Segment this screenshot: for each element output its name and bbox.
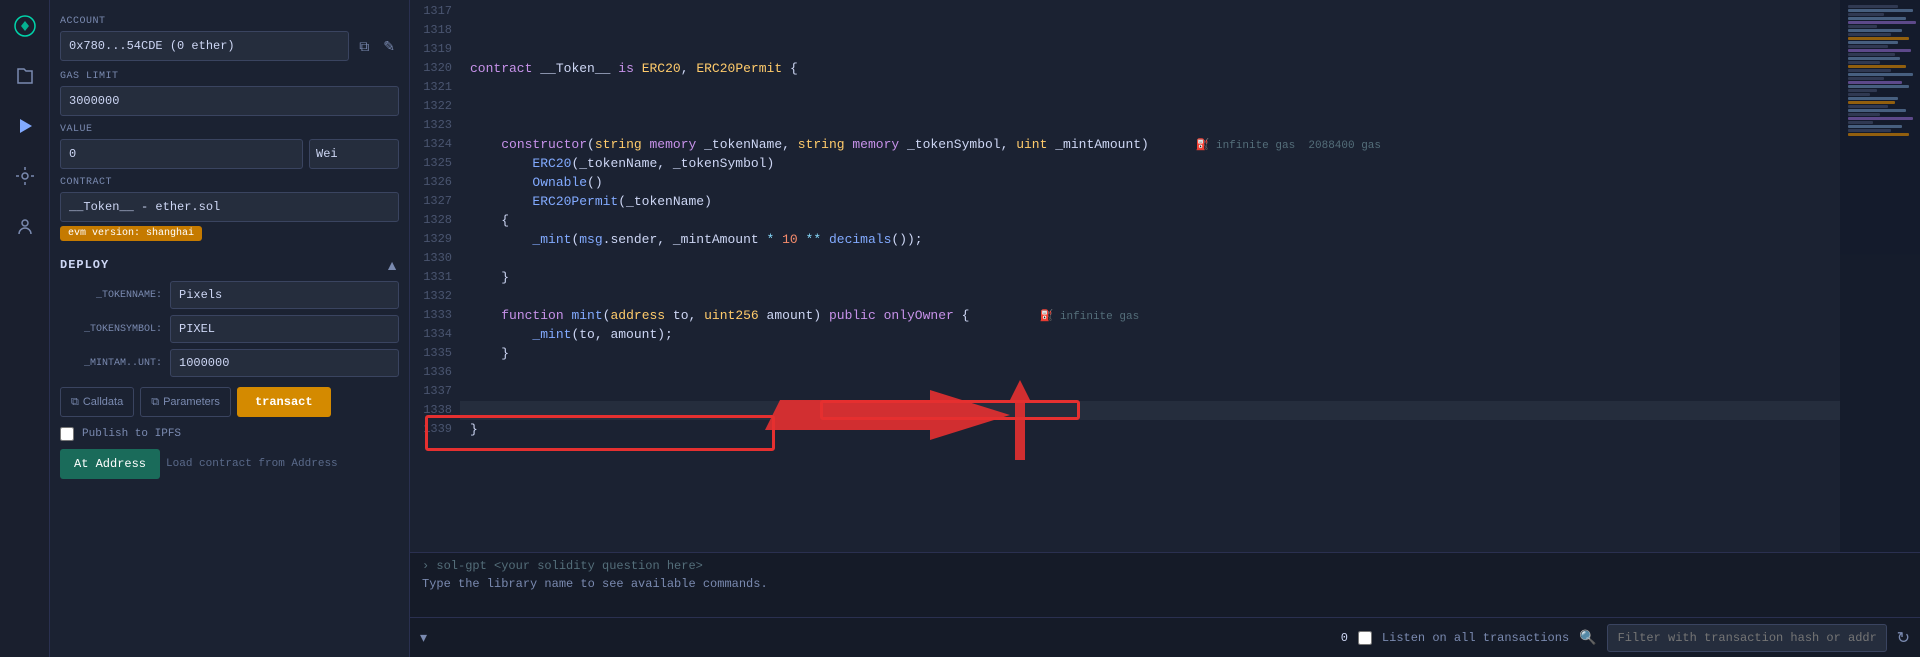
search-filter-button[interactable]: 🔍: [1579, 629, 1596, 646]
sidebar: [0, 0, 50, 657]
account-row: 0x780...54CDE (0 ether) ⧉ ✎: [60, 31, 399, 61]
code-line-1335: }: [460, 344, 1840, 363]
refresh-button[interactable]: ↻: [1897, 628, 1910, 648]
params-copy-icon: ⧉: [151, 396, 159, 409]
publish-row: Publish to IPFS: [60, 427, 399, 441]
code-line-1327: ERC20Permit(_tokenName): [460, 192, 1840, 211]
deploy-section-header: DEPLOY ▲: [60, 257, 399, 273]
code-area: 1317 1318 1319 1320 1321 1322 1323 1324 …: [410, 0, 1920, 552]
code-line-1336: [460, 363, 1840, 382]
mintamount-input[interactable]: [170, 349, 399, 377]
remix-logo-icon[interactable]: [9, 10, 41, 42]
publish-label: Publish to IPFS: [82, 428, 181, 440]
mintamount-label: _MINTAM..UNT:: [60, 358, 170, 369]
param-tokensymbol-row: _TOKENSYMBOL:: [60, 315, 399, 343]
code-line-1320: contract __Token__ is ERC20, ERC20Permit…: [460, 59, 1840, 78]
account-select[interactable]: 0x780...54CDE (0 ether): [60, 31, 349, 61]
deploy-title: DEPLOY: [60, 258, 109, 272]
code-line-1337: [460, 382, 1840, 401]
line-numbers: 1317 1318 1319 1320 1321 1322 1323 1324 …: [410, 0, 460, 552]
terminal-line1: › sol-gpt <your solidity question here>: [422, 557, 1908, 575]
load-contract-label: Load contract from Address: [166, 449, 338, 479]
tokensymbol-label: _TOKENSYMBOL:: [60, 324, 170, 335]
value-input[interactable]: [60, 139, 303, 169]
publish-ipfs-checkbox[interactable]: [60, 427, 74, 441]
code-line-1339: }: [460, 420, 1840, 439]
plugin-manager-icon[interactable]: [9, 160, 41, 192]
gas-limit-label: GAS LIMIT: [60, 71, 399, 82]
code-line-1317: [460, 2, 1840, 21]
code-line-1319: [460, 40, 1840, 59]
at-address-row: At Address Load contract from Address: [60, 449, 399, 479]
code-line-1334: _mint(to, amount);: [460, 325, 1840, 344]
code-line-1333: function mint(address to, uint256 amount…: [460, 306, 1840, 325]
code-line-1318: [460, 21, 1840, 40]
terminal-line2: Type the library name to see available c…: [422, 575, 1908, 593]
deploy-run-icon[interactable]: [9, 110, 41, 142]
deploy-panel: ACCOUNT 0x780...54CDE (0 ether) ⧉ ✎ GAS …: [50, 0, 410, 657]
tokenname-label: _TOKENNAME:: [60, 290, 170, 301]
at-address-button[interactable]: At Address: [60, 449, 160, 479]
param-mintamount-row: _MINTAM..UNT:: [60, 349, 399, 377]
code-line-1326: Ownable(): [460, 173, 1840, 192]
calldata-label: Calldata: [83, 396, 123, 408]
code-content[interactable]: contract __Token__ is ERC20, ERC20Permit…: [460, 0, 1840, 552]
bottom-bar: ▾ 0 Listen on all transactions 🔍 ↻: [410, 617, 1920, 657]
code-line-1332: [460, 287, 1840, 306]
code-line-1328: {: [460, 211, 1840, 230]
edit-account-button[interactable]: ✎: [379, 34, 399, 59]
tx-counter: 0: [1341, 631, 1348, 645]
filter-input[interactable]: [1607, 624, 1887, 652]
contract-label: CONTRACT: [60, 177, 399, 188]
code-line-1325: ERC20(_tokenName, _tokenSymbol): [460, 154, 1840, 173]
parameters-button[interactable]: ⧉ Parameters: [140, 387, 231, 417]
code-line-1331: }: [460, 268, 1840, 287]
code-line-1323: [460, 116, 1840, 135]
code-line-1329: _mint(msg.sender, _mintAmount * 10 ** de…: [460, 230, 1840, 249]
code-line-1338: [460, 401, 1840, 420]
value-row: Wei Gwei Finney Ether: [60, 139, 399, 169]
gas-limit-input[interactable]: [60, 86, 399, 116]
params-label: Parameters: [163, 396, 220, 408]
copy-account-button[interactable]: ⧉: [355, 34, 373, 59]
minimap: [1840, 0, 1920, 552]
listen-transactions-checkbox[interactable]: [1358, 631, 1372, 645]
code-line-1324: constructor(string memory _tokenName, st…: [460, 135, 1840, 154]
account-label: ACCOUNT: [60, 16, 399, 27]
evm-version-badge: evm version: shanghai: [60, 226, 202, 241]
listen-transactions-label: Listen on all transactions: [1382, 631, 1569, 645]
param-tokenname-row: _TOKENNAME:: [60, 281, 399, 309]
contract-select[interactable]: __Token__ - ether.sol: [60, 192, 399, 222]
tokensymbol-input[interactable]: [170, 315, 399, 343]
code-line-1330: [460, 249, 1840, 268]
calldata-button[interactable]: ⧉ Calldata: [60, 387, 134, 417]
person-icon[interactable]: [9, 210, 41, 242]
code-editor: 1317 1318 1319 1320 1321 1322 1323 1324 …: [410, 0, 1920, 657]
transact-button[interactable]: transact: [237, 387, 331, 417]
code-line-1322: [460, 97, 1840, 116]
collapse-terminal-button[interactable]: ▾: [420, 629, 427, 646]
calldata-copy-icon: ⧉: [71, 396, 79, 409]
code-line-1321: [460, 78, 1840, 97]
tokenname-input[interactable]: [170, 281, 399, 309]
deploy-collapse-button[interactable]: ▲: [385, 257, 399, 273]
unit-select[interactable]: Wei Gwei Finney Ether: [309, 139, 399, 169]
value-label: VALUE: [60, 124, 399, 135]
action-buttons-row: ⧉ Calldata ⧉ Parameters transact: [60, 387, 399, 417]
file-explorer-icon[interactable]: [9, 60, 41, 92]
